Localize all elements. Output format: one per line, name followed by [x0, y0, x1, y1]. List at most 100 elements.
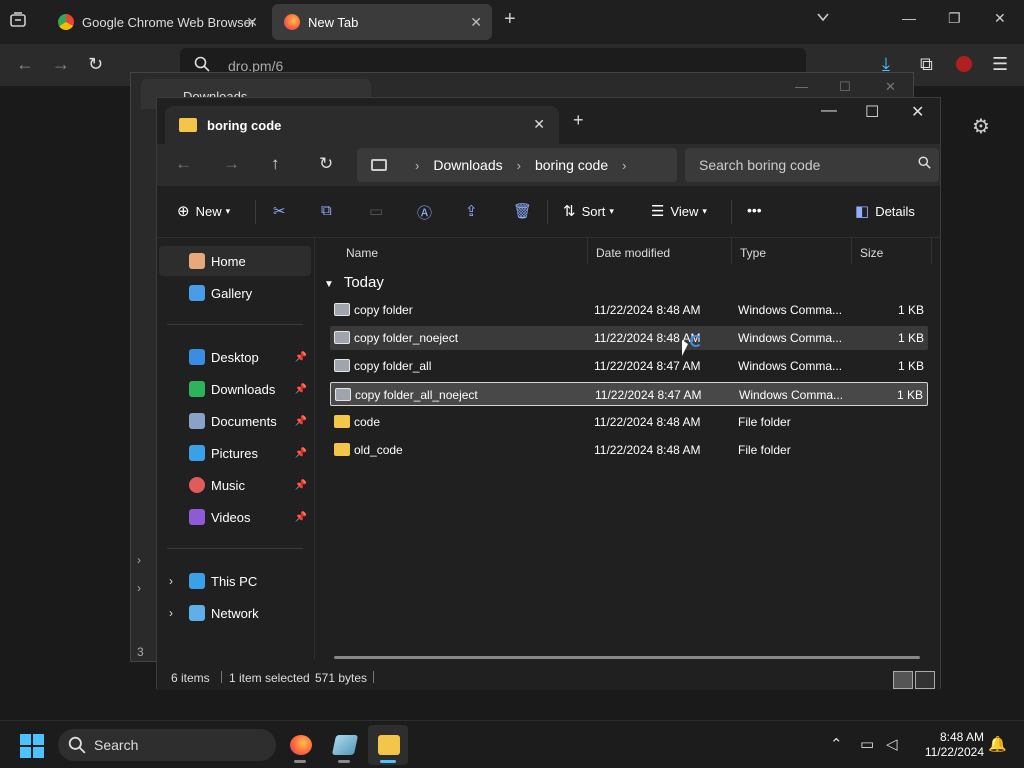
nav-item-documents[interactable]: Documents 📌: [159, 406, 311, 436]
network-icon[interactable]: ▭: [860, 735, 874, 753]
pin-icon[interactable]: 📌: [295, 512, 307, 523]
clock[interactable]: 8:48 AM 11/22/2024: [914, 730, 984, 760]
pin-icon[interactable]: 📌: [295, 384, 307, 395]
extensions-icon[interactable]: ⧉: [920, 54, 933, 75]
browser-tab-new-tab[interactable]: New Tab ✕: [272, 4, 492, 40]
nav-item-network[interactable]: › Network: [159, 598, 311, 628]
rename-icon[interactable]: Ⓐ: [417, 202, 432, 223]
explorer-titlebar: boring code ✕ + — ☐ ✕: [157, 98, 940, 144]
start-button[interactable]: [20, 734, 44, 758]
table-row[interactable]: copy folder_noeject 11/22/2024 8:48 AM W…: [330, 326, 928, 350]
view-button[interactable]: ☰ View ▾: [651, 202, 707, 220]
chevron-right-icon[interactable]: ›: [137, 553, 157, 567]
close-window-icon[interactable]: ✕: [885, 79, 896, 95]
new-tab-icon[interactable]: +: [504, 8, 516, 31]
close-window-icon[interactable]: ✕: [911, 102, 924, 122]
minimize-icon[interactable]: —: [902, 10, 916, 26]
table-row[interactable]: copy folder_all 11/22/2024 8:47 AM Windo…: [330, 354, 928, 378]
column-header-date[interactable]: Date modified: [588, 238, 732, 264]
column-header-name[interactable]: Name: [330, 238, 588, 264]
nav-item-downloads[interactable]: Downloads 📌: [159, 374, 311, 404]
cut-icon[interactable]: ✂: [273, 202, 286, 220]
table-row[interactable]: code 11/22/2024 8:48 AM File folder: [330, 410, 928, 434]
pin-icon[interactable]: 📌: [295, 352, 307, 363]
ublock-icon[interactable]: [956, 56, 972, 72]
pin-icon[interactable]: 📌: [295, 416, 307, 427]
chevron-right-icon[interactable]: ›: [622, 158, 626, 173]
file-name: old_code: [354, 443, 403, 457]
tiles-view-icon[interactable]: [915, 671, 935, 689]
bell-icon[interactable]: 🔔: [988, 735, 1007, 753]
forward-icon[interactable]: →: [223, 154, 240, 174]
table-row[interactable]: copy folder 11/22/2024 8:48 AM Windows C…: [330, 298, 928, 322]
back-icon[interactable]: ←: [175, 154, 192, 174]
taskbar-firefox[interactable]: [280, 725, 320, 765]
minimize-icon[interactable]: —: [795, 79, 808, 94]
refresh-icon[interactable]: ↻: [319, 154, 333, 174]
close-window-icon[interactable]: ✕: [994, 10, 1006, 27]
nav-item-videos[interactable]: Videos 📌: [159, 502, 311, 532]
browser-tab-chrome[interactable]: Google Chrome Web Browser ✕: [46, 4, 268, 40]
new-tab-icon[interactable]: +: [573, 110, 584, 131]
nav-item-desktop[interactable]: Desktop 📌: [159, 342, 311, 372]
maximize-icon[interactable]: ☐: [865, 102, 879, 122]
forward-icon[interactable]: →: [52, 54, 70, 75]
gear-icon[interactable]: ⚙: [972, 114, 990, 139]
search-input[interactable]: Search boring code: [685, 148, 939, 182]
chevron-up-icon[interactable]: ⌃: [830, 735, 843, 753]
taskbar-notepad[interactable]: [324, 725, 364, 765]
taskbar-file-explorer[interactable]: [368, 725, 408, 765]
chevron-right-icon[interactable]: ›: [137, 581, 157, 595]
delete-icon[interactable]: 🗑: [513, 202, 532, 220]
group-header[interactable]: ▼ Today: [324, 274, 384, 291]
details-view-icon[interactable]: [893, 671, 913, 689]
firefox-icon: [290, 735, 312, 755]
column-header-type[interactable]: Type: [732, 238, 852, 264]
breadcrumb-downloads[interactable]: Downloads: [433, 157, 502, 173]
breadcrumb-boring-code[interactable]: boring code: [535, 157, 608, 173]
copy-icon[interactable]: ⧉: [321, 202, 332, 219]
close-tab-icon[interactable]: ✕: [533, 116, 545, 133]
details-button[interactable]: ◧ Details: [855, 202, 915, 220]
reload-icon[interactable]: ↻: [88, 54, 103, 75]
menu-icon[interactable]: ☰: [992, 54, 1008, 75]
file-type: Windows Comma...: [738, 303, 843, 317]
chevron-down-icon[interactable]: [816, 10, 830, 27]
back-icon[interactable]: ←: [16, 54, 34, 75]
folder-icon: [334, 443, 350, 456]
explorer-tab-title: boring code: [207, 117, 282, 133]
up-icon[interactable]: ↑: [271, 154, 280, 174]
nav-item-gallery[interactable]: Gallery: [159, 278, 311, 308]
table-row[interactable]: copy folder_all_noeject 11/22/2024 8:47 …: [330, 382, 928, 406]
paste-icon[interactable]: ▭: [369, 202, 383, 220]
chevron-right-icon[interactable]: ›: [169, 574, 173, 588]
chevron-right-icon[interactable]: ›: [169, 606, 173, 620]
more-options-button[interactable]: •••: [747, 202, 762, 218]
nav-item-label: Gallery: [211, 285, 253, 301]
nav-item-this-pc[interactable]: › This PC: [159, 566, 311, 596]
maximize-icon[interactable]: ☐: [839, 79, 851, 95]
sort-button[interactable]: ⇅ Sort ▾: [563, 202, 614, 220]
file-name: code: [354, 415, 381, 429]
nav-item-home[interactable]: Home: [159, 246, 311, 276]
pin-icon[interactable]: 📌: [295, 448, 307, 459]
folder-icon: [179, 118, 197, 132]
volume-muted-icon[interactable]: ◁: [886, 735, 898, 753]
minimize-icon[interactable]: —: [821, 102, 837, 120]
restore-icon[interactable]: ❐: [948, 10, 961, 27]
close-tab-icon[interactable]: ✕: [470, 14, 482, 31]
column-header-size[interactable]: Size: [852, 238, 932, 264]
explorer-tab[interactable]: boring code ✕: [165, 106, 559, 144]
nav-item-pictures[interactable]: Pictures 📌: [159, 438, 311, 468]
new-button[interactable]: ⊕ New ▾: [177, 202, 230, 220]
cmd-file-icon: [335, 388, 351, 401]
share-icon[interactable]: ⇪: [465, 202, 478, 220]
pin-icon[interactable]: 📌: [295, 480, 307, 491]
breadcrumb[interactable]: › Downloads › boring code ›: [357, 148, 677, 182]
tab-list-icon[interactable]: [8, 10, 32, 34]
horizontal-scrollbar[interactable]: [334, 656, 920, 659]
close-tab-icon[interactable]: ✕: [246, 14, 258, 31]
taskbar-search[interactable]: Search: [58, 729, 276, 761]
table-row[interactable]: old_code 11/22/2024 8:48 AM File folder: [330, 438, 928, 462]
nav-item-music[interactable]: Music 📌: [159, 470, 311, 500]
